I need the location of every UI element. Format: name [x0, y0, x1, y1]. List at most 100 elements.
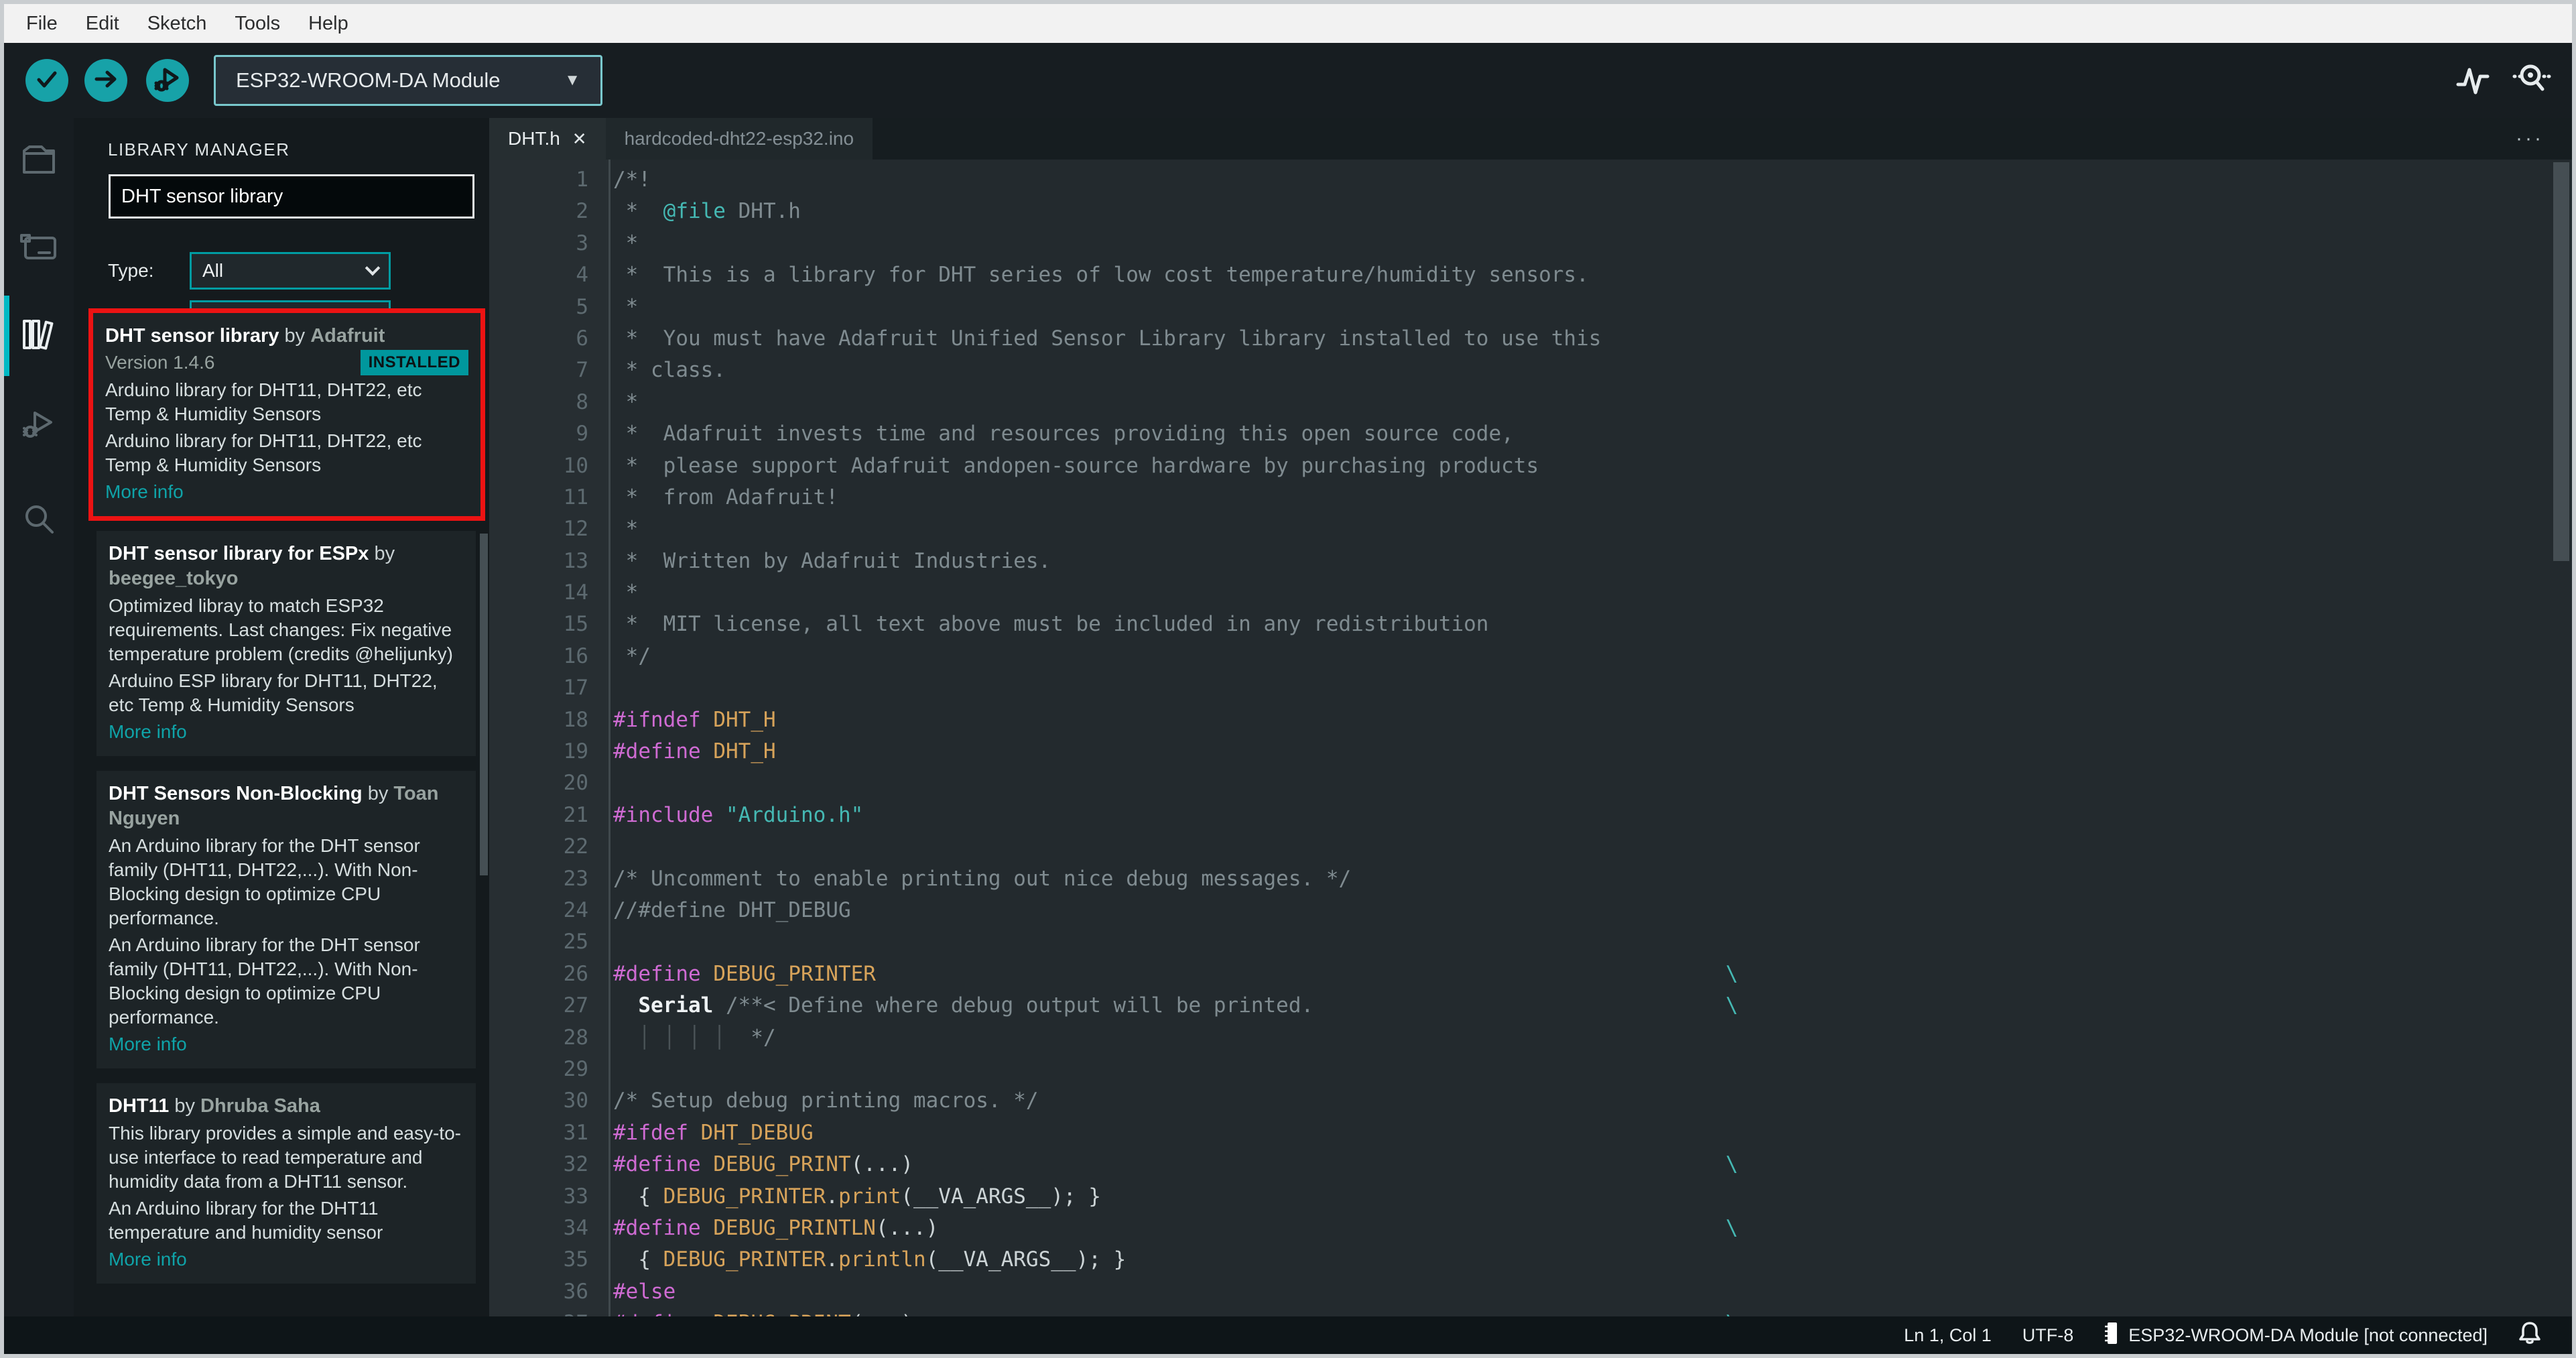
line-number: 22	[563, 835, 588, 859]
library-item-description: Arduino library for DHT11, DHT22, etc Te…	[105, 379, 422, 424]
more-info-link[interactable]: More info	[109, 1247, 464, 1272]
code-line: 33 { DEBUG_PRINTER.print(__VA_ARGS__); }	[489, 1184, 2572, 1216]
code-editor[interactable]: 1/*! 2 * @file DHT.h 3 * 4 * This is a libr…	[489, 160, 2572, 1316]
line-number: 2	[576, 199, 588, 224]
encoding-label: UTF-8	[2022, 1324, 2074, 1345]
serial-monitor-button[interactable]	[2508, 56, 2556, 105]
sidebar-item-library-manager[interactable]	[4, 296, 74, 376]
line-number: 21	[563, 802, 588, 827]
line-number: 37	[489, 1311, 588, 1316]
library-item-description: Arduino library for DHT11, DHT22, etc Te…	[105, 430, 422, 475]
line-number: 20	[563, 771, 588, 796]
more-info-link[interactable]: More info	[105, 480, 468, 504]
tab-label: DHT.h	[508, 128, 560, 149]
line-number: 27	[563, 993, 588, 1018]
board-status-label: ESP32-WROOM-DA Module [not connected]	[2128, 1324, 2488, 1345]
code-line: 2 * @file DHT.h	[489, 199, 2572, 231]
library-search-input[interactable]: DHT sensor library	[109, 174, 474, 219]
board-selector-value: ESP32-WROOM-DA Module	[236, 68, 501, 92]
menu-item-edit[interactable]: Edit	[72, 13, 133, 35]
installed-badge: INSTALLED	[360, 350, 468, 375]
sidebar-item-search[interactable]	[4, 480, 74, 560]
serial-plotter-button[interactable]	[2450, 56, 2498, 105]
line-number: 6	[576, 326, 588, 351]
type-filter-select[interactable]: All	[190, 252, 391, 290]
line-number: 14	[563, 580, 588, 605]
code-line: 36 #else	[489, 1280, 2572, 1311]
search-value: DHT sensor library	[121, 185, 283, 207]
library-item-1[interactable]: DHT sensor library by Adafruit Version 1.…	[93, 313, 480, 516]
editor-more-actions-button[interactable]: ···	[2516, 118, 2544, 160]
chevron-down-icon	[365, 260, 381, 276]
library-item-2[interactable]: DHT sensor library for ESPx by beegee_to…	[96, 531, 476, 756]
line-number: 9	[576, 422, 588, 446]
line-number: 35	[563, 1247, 588, 1272]
code-line: 29	[489, 1057, 2572, 1089]
line-number: 12	[563, 517, 588, 542]
line-continuation-backslash: \	[1726, 993, 1738, 1018]
search-icon	[19, 500, 59, 541]
close-icon[interactable]: ✕	[572, 129, 587, 149]
code-line: 37#define DEBUG_PRINT(...)\	[489, 1311, 2572, 1316]
menu-bar: File Edit Sketch Tools Help	[4, 4, 2572, 43]
board-selector-dropdown[interactable]: ESP32-WROOM-DA Module ▼	[214, 55, 602, 106]
books-icon	[19, 316, 59, 357]
code-line: 7 * class.	[489, 358, 2572, 389]
start-debug-button[interactable]	[146, 59, 189, 102]
code-line: 1/*!	[489, 168, 2572, 199]
code-line: 9 * Adafruit invests time and resources …	[489, 422, 2572, 453]
library-item-version: Version 1.4.6	[105, 352, 215, 373]
line-number: 13	[563, 548, 588, 573]
right-arrow-icon	[92, 66, 119, 96]
code-line: 6 * You must have Adafruit Unified Senso…	[489, 326, 2572, 358]
line-number: 11	[563, 485, 588, 509]
code-line: 3 *	[489, 231, 2572, 263]
line-number: 36	[563, 1279, 588, 1304]
library-item-4[interactable]: DHT11 by Dhruba Saha This library provide…	[96, 1083, 476, 1284]
code-line: 14 *	[489, 580, 2572, 612]
panel-scrollbar[interactable]	[480, 534, 488, 875]
menu-item-file[interactable]: File	[12, 13, 72, 35]
menu-item-help[interactable]: Help	[294, 13, 363, 35]
menu-item-tools[interactable]: Tools	[220, 13, 294, 35]
line-number: 30	[563, 1089, 588, 1113]
more-info-link[interactable]: More info	[109, 1032, 464, 1056]
status-bar: Ln 1, Col 1 UTF-8 ESP32-WROOM-DA Module …	[4, 1316, 2572, 1354]
editor-scrollbar[interactable]	[2553, 162, 2569, 561]
editor-tab-hardcoded-dht22-esp32.ino[interactable]: hardcoded-dht22-esp32.ino	[605, 118, 873, 160]
code-line: 22	[489, 835, 2572, 866]
code-line: 34 #define DEBUG_PRINTLN(...) \	[489, 1216, 2572, 1247]
library-item-3[interactable]: DHT Sensors Non-Blocking by Toan Nguyen A…	[96, 771, 476, 1068]
highlight-annotation-box: DHT sensor library by Adafruit Version 1.…	[88, 308, 485, 521]
sidebar-item-boards-manager[interactable]	[4, 208, 74, 289]
menu-item-sketch[interactable]: Sketch	[133, 13, 221, 35]
code-line: 8 *	[489, 390, 2572, 422]
more-info-link[interactable]: More info	[109, 720, 464, 744]
code-line: 27 Serial /**< Define where debug output…	[489, 993, 2572, 1025]
line-number: 28	[563, 1025, 588, 1050]
serial-plotter-icon	[2455, 63, 2493, 99]
editor-tab-DHT.h[interactable]: DHT.h ✕	[489, 118, 606, 160]
check-icon	[34, 66, 60, 96]
panel-title: LIBRARY MANAGER	[108, 139, 290, 160]
code-line: 23/* Uncomment to enable printing out ni…	[489, 867, 2572, 898]
sidebar-item-debug[interactable]	[4, 386, 74, 467]
board-status[interactable]: ESP32-WROOM-DA Module [not connected]	[2104, 1321, 2488, 1350]
line-number: 10	[563, 453, 588, 478]
code-line: 15 * MIT license, all text above must be…	[489, 612, 2572, 643]
code-line: 30/* Setup debug printing macros. */	[489, 1089, 2572, 1120]
type-filter-label: Type:	[108, 260, 154, 281]
sidebar-item-sketchbook[interactable]	[4, 121, 74, 202]
upload-button[interactable]	[84, 59, 127, 102]
code-line: 35 { DEBUG_PRINTER.println(__VA_ARGS__);…	[489, 1247, 2572, 1279]
type-filter-value: All	[202, 260, 224, 281]
code-line: 18 #ifndef DHT_H	[489, 708, 2572, 739]
line-number: 31	[563, 1120, 588, 1145]
code-line: 25	[489, 930, 2572, 961]
toolbar: ESP32-WROOM-DA Module ▼	[4, 43, 2572, 118]
code-line: 5 *	[489, 295, 2572, 326]
line-number: 4	[576, 263, 588, 288]
code-line: 32 #define DEBUG_PRINT(...) \	[489, 1152, 2572, 1184]
verify-button[interactable]	[25, 59, 68, 102]
notifications-bell-button[interactable]	[2518, 1320, 2541, 1351]
